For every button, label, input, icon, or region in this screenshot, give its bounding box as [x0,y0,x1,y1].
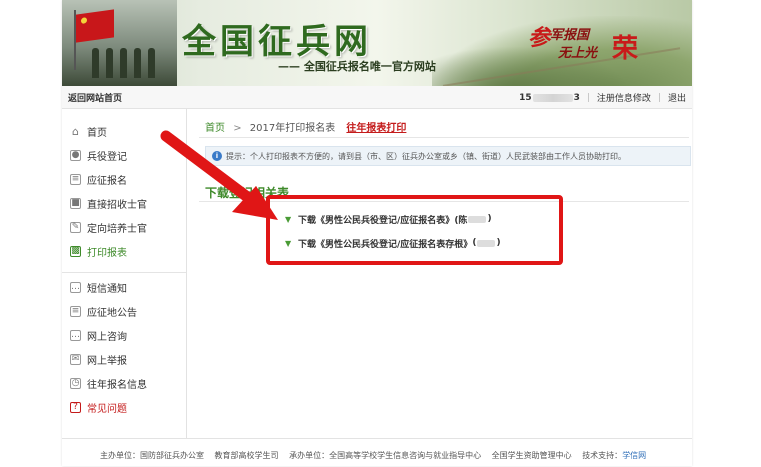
history-icon: ◷ [70,377,81,389]
tech-support-link[interactable]: 学信网 [622,451,646,460]
footer-tech-label: 技术支持： [582,451,623,460]
sidebar-item-label: 网上举报 [87,355,127,367]
sidebar-item-sms[interactable]: … 短信通知 [62,275,186,299]
footer-organizer: 承办单位：全国高等学校学生信息咨询与就业指导中心 [289,451,482,460]
chat-icon: … [70,329,81,341]
user-bar: 15 3 | 注册信息修改 | 退出 [519,91,686,105]
sidebar-item-label: 直接招收士官 [87,199,147,211]
notice-text: ：个人打印报表不方便的，请到县（市、区）征兵办公室或乡（镇、街道）人民武装部由工… [242,151,626,161]
sidebar-item-consult[interactable]: … 网上咨询 [62,323,186,347]
printer-icon: ▩ [70,245,81,257]
sidebar-item-history[interactable]: ◷ 往年报名信息 [62,371,186,395]
notice-icon: ≡ [70,305,81,317]
slogan: 参 军报国 无上光 荣 [528,20,638,64]
footer-co-host: 教育部高校学生司 [214,451,279,460]
document-icon: ■ [70,197,81,209]
separator: | [657,92,661,103]
sidebar-item-label: 常见问题 [87,403,127,415]
sidebar-item-label: 定向培养士官 [87,223,147,235]
soldier-figure [120,48,127,78]
message-icon: … [70,281,81,293]
sidebar-item-label: 网上咨询 [87,331,127,343]
username: 15 3 [519,93,580,103]
soldier-figure [134,48,141,78]
back-home-link[interactable]: 返回网站首页 [68,91,122,104]
sidebar-item-label: 应征报名 [87,175,127,187]
username-suffix: 3 [573,92,580,103]
username-blurred [532,93,573,102]
annotation-arrow-icon [160,130,278,220]
sidebar-divider [62,272,186,273]
site-subtitle: —— 全国征兵报名唯一官方网站 [278,60,436,73]
soldier-figure [148,48,155,78]
sidebar-item-label: 短信通知 [87,283,127,295]
slogan-part-3: 无上光 [558,46,598,61]
mail-icon: ✉ [70,353,81,365]
edit-info-link[interactable]: 注册信息修改 [597,91,651,104]
sidebar-item-label: 兵役登记 [87,151,127,163]
question-icon: ? [70,401,81,413]
sidebar-item-report[interactable]: ✉ 网上举报 [62,347,186,371]
soldier-figure [92,48,99,78]
footer-aid-center: 全国学生资助管理中心 [491,451,572,460]
sidebar-item-label: 应征地公告 [87,307,137,319]
form-icon: ≡ [70,173,81,185]
sidebar-item-label: 往年报名信息 [87,379,147,391]
footer-host: 主办单位：国防部征兵办公室 [100,451,204,460]
sidebar-item-print-forms[interactable]: ▩ 打印报表 [62,239,186,263]
sidebar-group-services: … 短信通知 ≡ 应征地公告 … 网上咨询 ✉ 网上举报 ◷ 往年报名信息 ? … [62,275,186,419]
username-prefix: 15 [519,92,532,103]
footer-text: 主办单位：国防部征兵办公室 教育部高校学生司 承办单位：全国高等学校学生信息咨询… [100,450,654,461]
separator: | [586,92,590,103]
edit-icon: ✎ [70,221,81,233]
sidebar-item-announcements[interactable]: ≡ 应征地公告 [62,299,186,323]
site-title: 全国征兵网 [182,22,372,62]
soldiers-image [62,0,177,86]
footer: 主办单位：国防部征兵办公室 教育部高校学生司 承办单位：全国高等学校学生信息咨询… [62,438,692,467]
annotation-highlight-box [266,195,563,265]
sidebar-item-faq[interactable]: ? 常见问题 [62,395,186,419]
top-nav: 返回网站首页 15 3 | 注册信息修改 | 退出 [62,86,692,109]
home-icon: ⌂ [72,124,79,138]
history-print-link[interactable]: 往年报表打印 [346,123,406,134]
slogan-part-2: 军报国 [550,28,590,43]
logout-link[interactable]: 退出 [668,91,686,104]
slogan-char-4: 荣 [612,34,639,64]
sidebar-item-label: 打印报表 [87,247,127,259]
national-flag-icon [76,9,114,43]
slogan-char-1: 参 [528,26,551,51]
id-card-icon: ● [70,149,81,161]
site-banner: 全国征兵网 —— 全国征兵报名唯一官方网站 参 军报国 无上光 荣 [62,0,692,86]
soldier-figure [106,48,113,78]
sidebar-item-label: 首页 [87,127,107,139]
